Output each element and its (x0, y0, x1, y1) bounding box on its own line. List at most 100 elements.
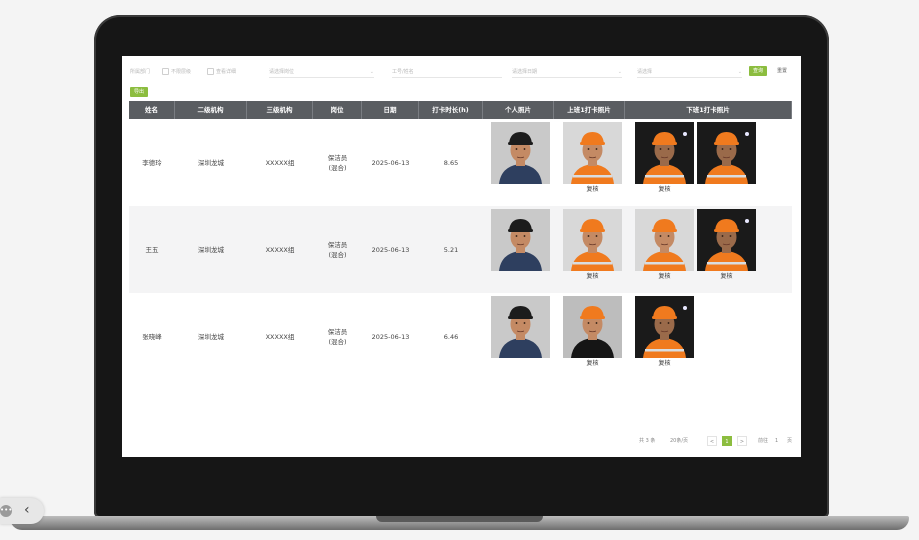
column-header: 日期 (362, 101, 419, 119)
level3-cell: XXXXX组 (247, 293, 313, 380)
column-header: 下班1打卡照片 (625, 101, 792, 119)
collapse-icon[interactable]: ‹ (24, 502, 30, 518)
app-screen: 所属部门 不限层级 查看详细 请选择岗位 ⌄ 工号/姓名 请选择日期 ⌄ 请选择 ⌄ … (122, 56, 801, 457)
hours-cell-text: 6.46 (443, 332, 459, 341)
goto-page-input[interactable]: 1 (775, 436, 778, 446)
clock-in-photo[interactable] (635, 122, 694, 184)
personal-photo[interactable] (491, 209, 550, 271)
personal-photo[interactable] (491, 296, 550, 358)
reset-button[interactable]: 重置 (773, 66, 791, 76)
level3-cell: XXXXX组 (247, 206, 313, 293)
column-header: 二级机构 (175, 101, 247, 119)
date-cell: 2025-06-13 (362, 119, 419, 206)
page-size-select[interactable]: 20条/页 (670, 436, 688, 446)
chevron-down-icon: ⌄ (617, 69, 622, 75)
level-checkbox-label: 不限层级 (171, 69, 192, 75)
more-icon[interactable]: ••• (0, 505, 12, 517)
position-cell-text: 保洁员 (混合) (327, 240, 348, 259)
level3-cell-text: XXXXX组 (265, 158, 295, 167)
clock-in-photo[interactable] (635, 296, 694, 358)
floating-toolbar[interactable]: ••• ‹ (0, 498, 44, 524)
clock-photo-cell: 复核 (563, 296, 622, 370)
clock-in-photo[interactable] (563, 296, 622, 358)
position-select[interactable]: 请选择岗位 ⌄ (269, 67, 374, 78)
department-filter[interactable]: 所属部门 (130, 67, 150, 77)
table-row: 王五 深圳龙城 XXXXX组 保洁员 (混合) 2025-06-13 5.21 复核 (129, 206, 792, 293)
review-link (491, 271, 550, 283)
clock-photo-cell: 复核 (563, 209, 622, 283)
personal-photo-cell (491, 122, 550, 196)
total-count: 共 3 条 (639, 438, 656, 444)
date-cell-text: 2025-06-13 (371, 245, 410, 254)
clock-in-photo[interactable] (635, 209, 694, 271)
checkbox-icon[interactable] (162, 68, 169, 75)
hours-cell-text: 5.21 (443, 245, 459, 254)
search-button[interactable]: 查询 (749, 66, 767, 76)
level2-cell-text: 深圳龙城 (198, 158, 224, 167)
hours-cell: 5.21 (419, 206, 483, 293)
name-cell-text: 李德玲 (142, 158, 162, 167)
level2-cell: 深圳龙城 (175, 119, 247, 206)
checkbox-icon[interactable] (207, 68, 214, 75)
prev-page-button[interactable]: < (707, 436, 717, 446)
date-cell: 2025-06-13 (362, 293, 419, 380)
clock-in-photo[interactable] (563, 122, 622, 184)
review-link (491, 184, 550, 196)
clock-photo-cell: 复核 (635, 122, 694, 196)
review-link[interactable]: 复核 (563, 358, 622, 370)
other-select[interactable]: 请选择 ⌄ (637, 67, 742, 78)
clock-photo-cell: 复核 (635, 209, 694, 283)
pagination: 共 3 条 20条/页 < 1 > 前往 1 页 (122, 436, 801, 448)
export-button[interactable]: 导出 (130, 87, 148, 97)
personal-photo-cell (491, 296, 550, 370)
column-header: 三级机构 (247, 101, 313, 119)
position-cell-text: 保洁员 (混合) (327, 327, 348, 346)
hours-cell-text: 8.65 (443, 158, 459, 167)
page-unit-label: 页 (787, 438, 793, 444)
review-link[interactable]: 复核 (563, 184, 622, 196)
date-cell-text: 2025-06-13 (371, 332, 410, 341)
review-link[interactable]: 复核 (635, 271, 694, 283)
clock-in-photo[interactable] (563, 209, 622, 271)
position-cell: 保洁员 (混合) (313, 119, 362, 206)
name-cell-text: 王五 (145, 245, 159, 254)
clock-photo-cell: 复核 (563, 122, 622, 196)
laptop-notch (376, 516, 543, 522)
level2-cell-text: 深圳龙城 (198, 332, 224, 341)
clock-photo-cell: 复核 (697, 209, 756, 283)
date-picker-placeholder: 请选择日期 (512, 69, 538, 75)
other-select-placeholder: 请选择 (637, 69, 653, 75)
date-picker[interactable]: 请选择日期 ⌄ (512, 67, 622, 78)
level2-cell: 深圳龙城 (175, 293, 247, 380)
date-cell-text: 2025-06-13 (371, 158, 410, 167)
position-cell: 保洁员 (混合) (313, 293, 362, 380)
review-link[interactable]: 复核 (697, 271, 756, 283)
name-cell-text: 张晓峰 (142, 332, 162, 341)
level2-cell-text: 深圳龙城 (198, 245, 224, 254)
id-name-input[interactable]: 工号/姓名 (392, 67, 502, 78)
goto-label: 前往 (758, 438, 769, 444)
table-row: 李德玲 深圳龙城 XXXXX组 保洁员 (混合) 2025-06-13 8.65 复核 (129, 119, 792, 206)
page-button-1[interactable]: 1 (722, 436, 732, 446)
level3-cell-text: XXXXX组 (265, 245, 295, 254)
detail-checkbox[interactable]: 查看详细 (207, 67, 236, 77)
hours-cell: 6.46 (419, 293, 483, 380)
review-link[interactable]: 复核 (635, 358, 694, 370)
next-page-button[interactable]: > (737, 436, 747, 446)
clock-in-photo[interactable] (697, 209, 756, 271)
department-filter-label: 所属部门 (130, 69, 151, 75)
personal-photo[interactable] (491, 122, 550, 184)
name-cell: 李德玲 (129, 119, 175, 206)
chevron-down-icon: ⌄ (737, 69, 742, 75)
review-link (491, 358, 550, 370)
level-checkbox[interactable]: 不限层级 (162, 67, 191, 77)
position-cell: 保洁员 (混合) (313, 206, 362, 293)
review-link[interactable]: 复核 (563, 271, 622, 283)
hours-cell: 8.65 (419, 119, 483, 206)
clock-photo-cell: 复核 (635, 296, 694, 370)
chevron-down-icon: ⌄ (369, 69, 374, 75)
clock-in-photo[interactable] (697, 122, 756, 184)
attendance-table: 姓名 二级机构 三级机构 岗位 日期 打卡时长(h) 个人照片 上班1打卡照片 下班1打卡照片 … (129, 101, 792, 380)
name-cell: 王五 (129, 206, 175, 293)
review-link[interactable]: 复核 (635, 184, 694, 196)
